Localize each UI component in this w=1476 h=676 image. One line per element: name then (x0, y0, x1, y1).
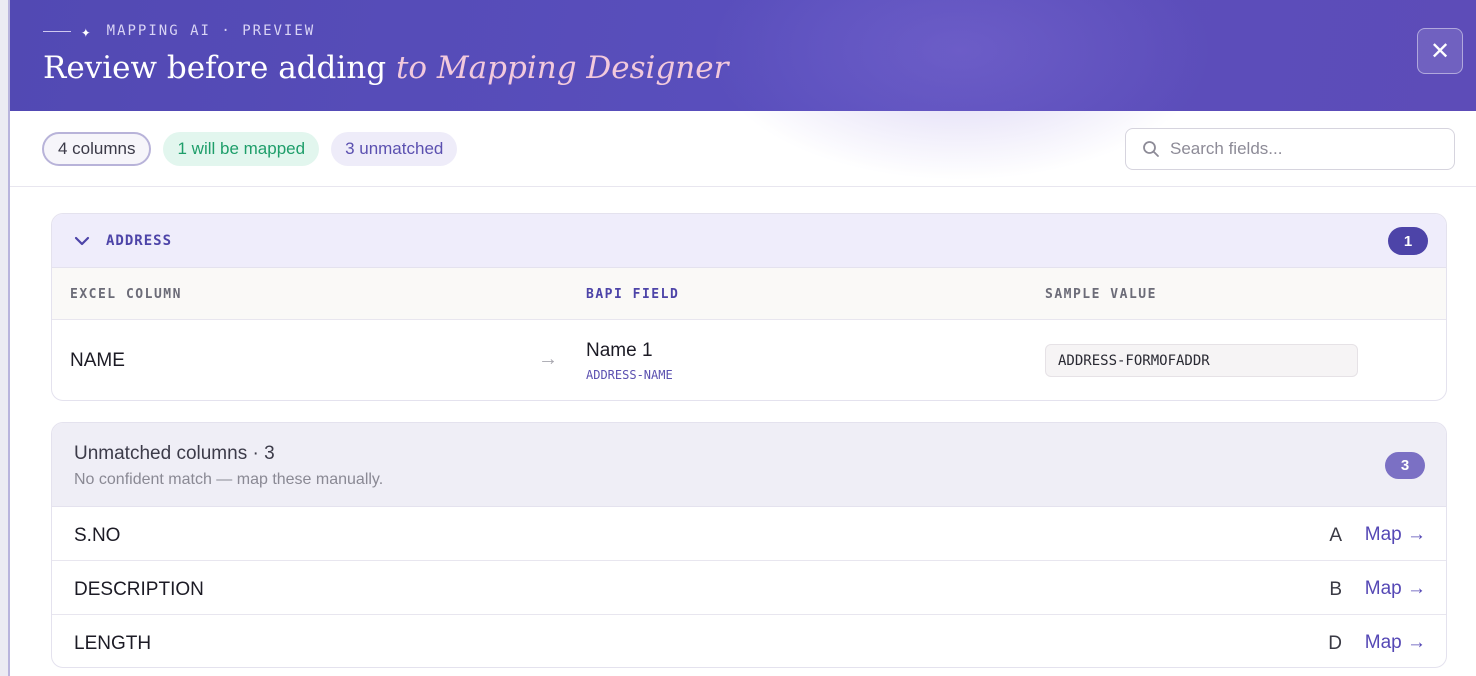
dialog-header: ✦ MAPPING AI · PREVIEW Review before add… (10, 0, 1476, 180)
arrow-right-icon: → (538, 348, 558, 370)
unmatched-section: Unmatched columns · 3 No confident match… (51, 422, 1447, 668)
unmatched-title: Unmatched columns · 3 (74, 443, 275, 464)
unmatched-column-name: LENGTH (74, 633, 152, 654)
bapi-field-code: ADDRESS-NAME (586, 368, 673, 382)
eyebrow-text: MAPPING AI · PREVIEW (106, 23, 316, 39)
group-count-badge: 1 (1388, 227, 1428, 255)
unmatched-row: S.NO A Map → (52, 507, 1446, 561)
filter-chip-all[interactable]: 4 columns (42, 131, 152, 166)
column-letter: A (1329, 525, 1342, 546)
filter-chip-unmatched[interactable]: 3 unmatched (331, 131, 458, 166)
unmatched-subtitle: No confident match — map these manually. (74, 471, 384, 488)
unmatched-header: Unmatched columns · 3 No confident match… (52, 423, 1446, 507)
close-icon: ✕ (1429, 37, 1451, 65)
dialog-title-main: Review before adding (43, 50, 387, 86)
map-button[interactable]: Map → (1365, 632, 1426, 654)
eyebrow: ✦ MAPPING AI · PREVIEW (43, 21, 316, 41)
column-letter: B (1329, 579, 1342, 600)
sample-value: ADDRESS-FORMOFADDR (1045, 344, 1358, 377)
eyebrow-dash (43, 30, 71, 32)
search-icon (1143, 141, 1159, 157)
filter-chip-mapped[interactable]: 1 will be mapped (163, 131, 320, 166)
unmatched-column-name: DESCRIPTION (74, 579, 204, 600)
group-header[interactable]: ADDRESS 1 (52, 214, 1446, 268)
group-address: ADDRESS 1 EXCEL COLUMN BAPI FIELD SAMPLE… (51, 213, 1447, 401)
column-letter: D (1328, 633, 1342, 654)
unmatched-count-badge: 3 (1385, 452, 1425, 479)
filter-toolbar: 4 columns 1 will be mapped 3 unmatched (10, 111, 1476, 187)
review-dialog: ✦ MAPPING AI · PREVIEW Review before add… (8, 0, 1476, 676)
unmatched-row: DESCRIPTION B Map → (52, 561, 1446, 615)
excel-column-name: NAME (70, 350, 125, 371)
dialog-title-emphasis: to Mapping Designer (395, 50, 729, 86)
mapping-row[interactable]: NAME → Name 1 ADDRESS-NAME ADDRESS-FORMO… (52, 320, 1446, 400)
column-header-bapi: BAPI FIELD (586, 287, 680, 302)
search-box[interactable] (1125, 128, 1455, 170)
unmatched-column-name: S.NO (74, 525, 121, 546)
dialog-title: Review before adding to Mapping Designer (43, 50, 728, 86)
unmatched-row: LENGTH D Map → (52, 615, 1446, 667)
search-input[interactable] (1170, 139, 1430, 159)
sparkle-icon: ✦ (81, 21, 91, 41)
chevron-down-icon[interactable] (74, 233, 90, 249)
close-button[interactable]: ✕ (1417, 28, 1463, 74)
map-button[interactable]: Map → (1365, 578, 1426, 600)
column-header-excel: EXCEL COLUMN (70, 287, 182, 302)
column-header-row: EXCEL COLUMN BAPI FIELD SAMPLE VALUE (52, 268, 1446, 320)
bapi-field-label: Name 1 (586, 340, 653, 361)
column-header-sample: SAMPLE VALUE (1045, 287, 1157, 302)
group-name: ADDRESS (106, 232, 173, 249)
map-button[interactable]: Map → (1365, 524, 1426, 546)
